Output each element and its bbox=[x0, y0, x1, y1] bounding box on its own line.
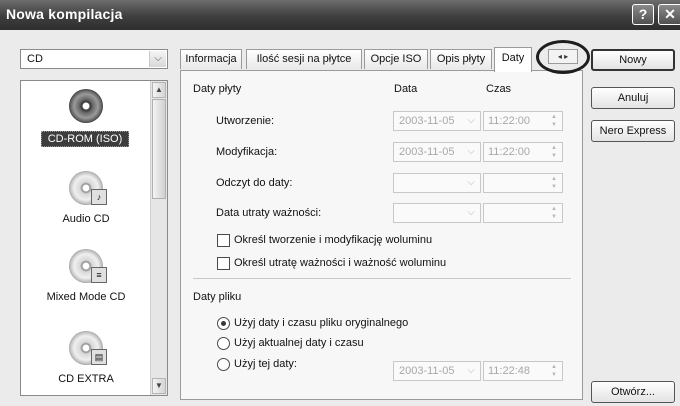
dates-tab-panel: Daty płyty Data Czas Utworzenie: 2003-11… bbox=[180, 70, 583, 400]
custom-date-label: Użyj tej daty: bbox=[234, 358, 297, 370]
spin-up-icon[interactable]: ▲ bbox=[547, 175, 561, 183]
read-until-label: Odczyt do daty: bbox=[216, 177, 293, 189]
list-item[interactable]: ▤ CD EXTRA bbox=[21, 329, 151, 395]
creation-time-spinner[interactable]: 11:22:00 ▲ ▼ bbox=[483, 111, 563, 131]
spin-up-icon[interactable]: ▲ bbox=[547, 144, 561, 152]
creation-time-value: 11:22:00 bbox=[488, 115, 531, 127]
help-button[interactable]: ? bbox=[632, 4, 654, 25]
list-item-label: CD EXTRA bbox=[58, 373, 114, 385]
list-item-label: CD-ROM (ISO) bbox=[41, 131, 129, 147]
creation-date-picker[interactable]: 2003-11-05 ⌵ bbox=[393, 111, 481, 131]
title-bar: Nowa kompilacja ? ✕ bbox=[0, 0, 680, 30]
list-scrollbar[interactable]: ▲ ▼ bbox=[150, 81, 167, 395]
list-item[interactable]: ♪ Audio CD bbox=[21, 169, 151, 239]
time-column-header: Czas bbox=[486, 83, 512, 95]
custom-date-picker[interactable]: 2003-11-05 ⌵ bbox=[393, 361, 481, 381]
spin-down-icon[interactable]: ▼ bbox=[547, 121, 561, 129]
highlight-circle-annotation bbox=[536, 40, 590, 74]
tab-session-count[interactable]: Ilość sesji na płytce bbox=[246, 49, 362, 69]
cancel-button[interactable]: Anuluj bbox=[591, 87, 675, 109]
original-date-radio[interactable] bbox=[217, 317, 230, 330]
disc-dates-heading: Daty płyty bbox=[193, 83, 242, 95]
section-divider bbox=[193, 278, 571, 279]
scroll-up-icon[interactable]: ▲ bbox=[152, 82, 166, 98]
list-item-label: Mixed Mode CD bbox=[46, 291, 126, 303]
chevron-down-icon[interactable]: ⌵ bbox=[149, 51, 166, 67]
custom-time-spinner[interactable]: 11:22:48 ▲ ▼ bbox=[483, 361, 563, 381]
document-icon: ≡ bbox=[91, 267, 107, 283]
spin-down-icon[interactable]: ▼ bbox=[547, 213, 561, 221]
chevron-down-icon[interactable]: ⌵ bbox=[463, 363, 479, 379]
current-date-label: Użyj aktualnej daty i czasu bbox=[234, 337, 364, 349]
new-compilation-dialog: Nowa kompilacja ? ✕ CD ⌵ CD-ROM (ISO) ♪ … bbox=[0, 0, 680, 406]
read-until-time-spinner[interactable]: ▲ ▼ bbox=[483, 173, 563, 193]
read-until-date-picker[interactable]: ⌵ bbox=[393, 173, 481, 193]
close-button[interactable]: ✕ bbox=[658, 4, 680, 25]
expiry-date-picker[interactable]: ⌵ bbox=[393, 203, 481, 223]
nero-express-button[interactable]: Nero Express bbox=[591, 120, 675, 142]
compilation-type-list[interactable]: CD-ROM (ISO) ♪ Audio CD ≡ Mixed Mode CD … bbox=[20, 80, 168, 396]
cd-rom-disc-icon bbox=[69, 89, 103, 123]
current-date-radio[interactable] bbox=[217, 337, 230, 350]
music-note-icon: ♪ bbox=[91, 189, 107, 205]
custom-time-value: 11:22:48 bbox=[488, 365, 531, 377]
spin-down-icon[interactable]: ▼ bbox=[547, 371, 561, 379]
modification-time-spinner[interactable]: 11:22:00 ▲ ▼ bbox=[483, 142, 563, 162]
chevron-down-icon[interactable]: ⌵ bbox=[463, 175, 479, 191]
volume-dates-checkbox[interactable] bbox=[217, 234, 230, 247]
file-dates-heading: Daty pliku bbox=[193, 291, 242, 303]
tab-dates[interactable]: Daty bbox=[494, 47, 532, 72]
tab-informacja[interactable]: Informacja bbox=[180, 49, 242, 69]
media-type-select[interactable]: CD ⌵ bbox=[20, 49, 168, 69]
original-date-label: Użyj daty i czasu pliku oryginalnego bbox=[234, 317, 409, 329]
creation-label: Utworzenie: bbox=[216, 115, 275, 127]
spin-up-icon[interactable]: ▲ bbox=[547, 363, 561, 371]
chevron-down-icon[interactable]: ⌵ bbox=[463, 113, 479, 129]
modification-date-picker[interactable]: 2003-11-05 ⌵ bbox=[393, 142, 481, 162]
spin-up-icon[interactable]: ▲ bbox=[547, 205, 561, 213]
volume-expiry-label: Określ utratę ważności i ważność wolumin… bbox=[234, 257, 447, 269]
spin-down-icon[interactable]: ▼ bbox=[547, 152, 561, 160]
scroll-down-icon[interactable]: ▼ bbox=[152, 378, 166, 394]
media-type-value: CD bbox=[27, 53, 43, 65]
spin-up-icon[interactable]: ▲ bbox=[547, 113, 561, 121]
list-item[interactable]: ≡ Mixed Mode CD bbox=[21, 247, 151, 317]
custom-date-radio[interactable] bbox=[217, 358, 230, 371]
modification-time-value: 11:22:00 bbox=[488, 146, 531, 158]
tab-disc-label[interactable]: Opis płyty bbox=[430, 49, 492, 69]
window-title: Nowa kompilacja bbox=[6, 6, 123, 22]
chevron-down-icon[interactable]: ⌵ bbox=[463, 144, 479, 160]
expiry-time-spinner[interactable]: ▲ ▼ bbox=[483, 203, 563, 223]
list-item-label: Audio CD bbox=[62, 213, 110, 225]
tab-iso-options[interactable]: Opcje ISO bbox=[364, 49, 428, 69]
modification-label: Modyfikacja: bbox=[216, 146, 278, 158]
custom-date-value: 2003-11-05 bbox=[399, 365, 455, 377]
creation-date-value: 2003-11-05 bbox=[399, 115, 455, 127]
date-column-header: Data bbox=[394, 83, 418, 95]
spin-down-icon[interactable]: ▼ bbox=[547, 183, 561, 191]
chevron-down-icon[interactable]: ⌵ bbox=[463, 205, 479, 221]
open-button[interactable]: Otwórz... bbox=[591, 381, 675, 403]
volume-expiry-checkbox[interactable] bbox=[217, 257, 230, 270]
scrollbar-thumb[interactable] bbox=[152, 99, 166, 199]
volume-dates-label: Określ tworzenie i modyfikację woluminu bbox=[234, 234, 433, 246]
modification-date-value: 2003-11-05 bbox=[399, 146, 455, 158]
list-item[interactable]: CD-ROM (ISO) bbox=[21, 87, 151, 165]
expiry-label: Data utraty ważności: bbox=[216, 207, 322, 219]
new-button[interactable]: Nowy bbox=[591, 49, 675, 71]
file-icon: ▤ bbox=[91, 349, 107, 365]
